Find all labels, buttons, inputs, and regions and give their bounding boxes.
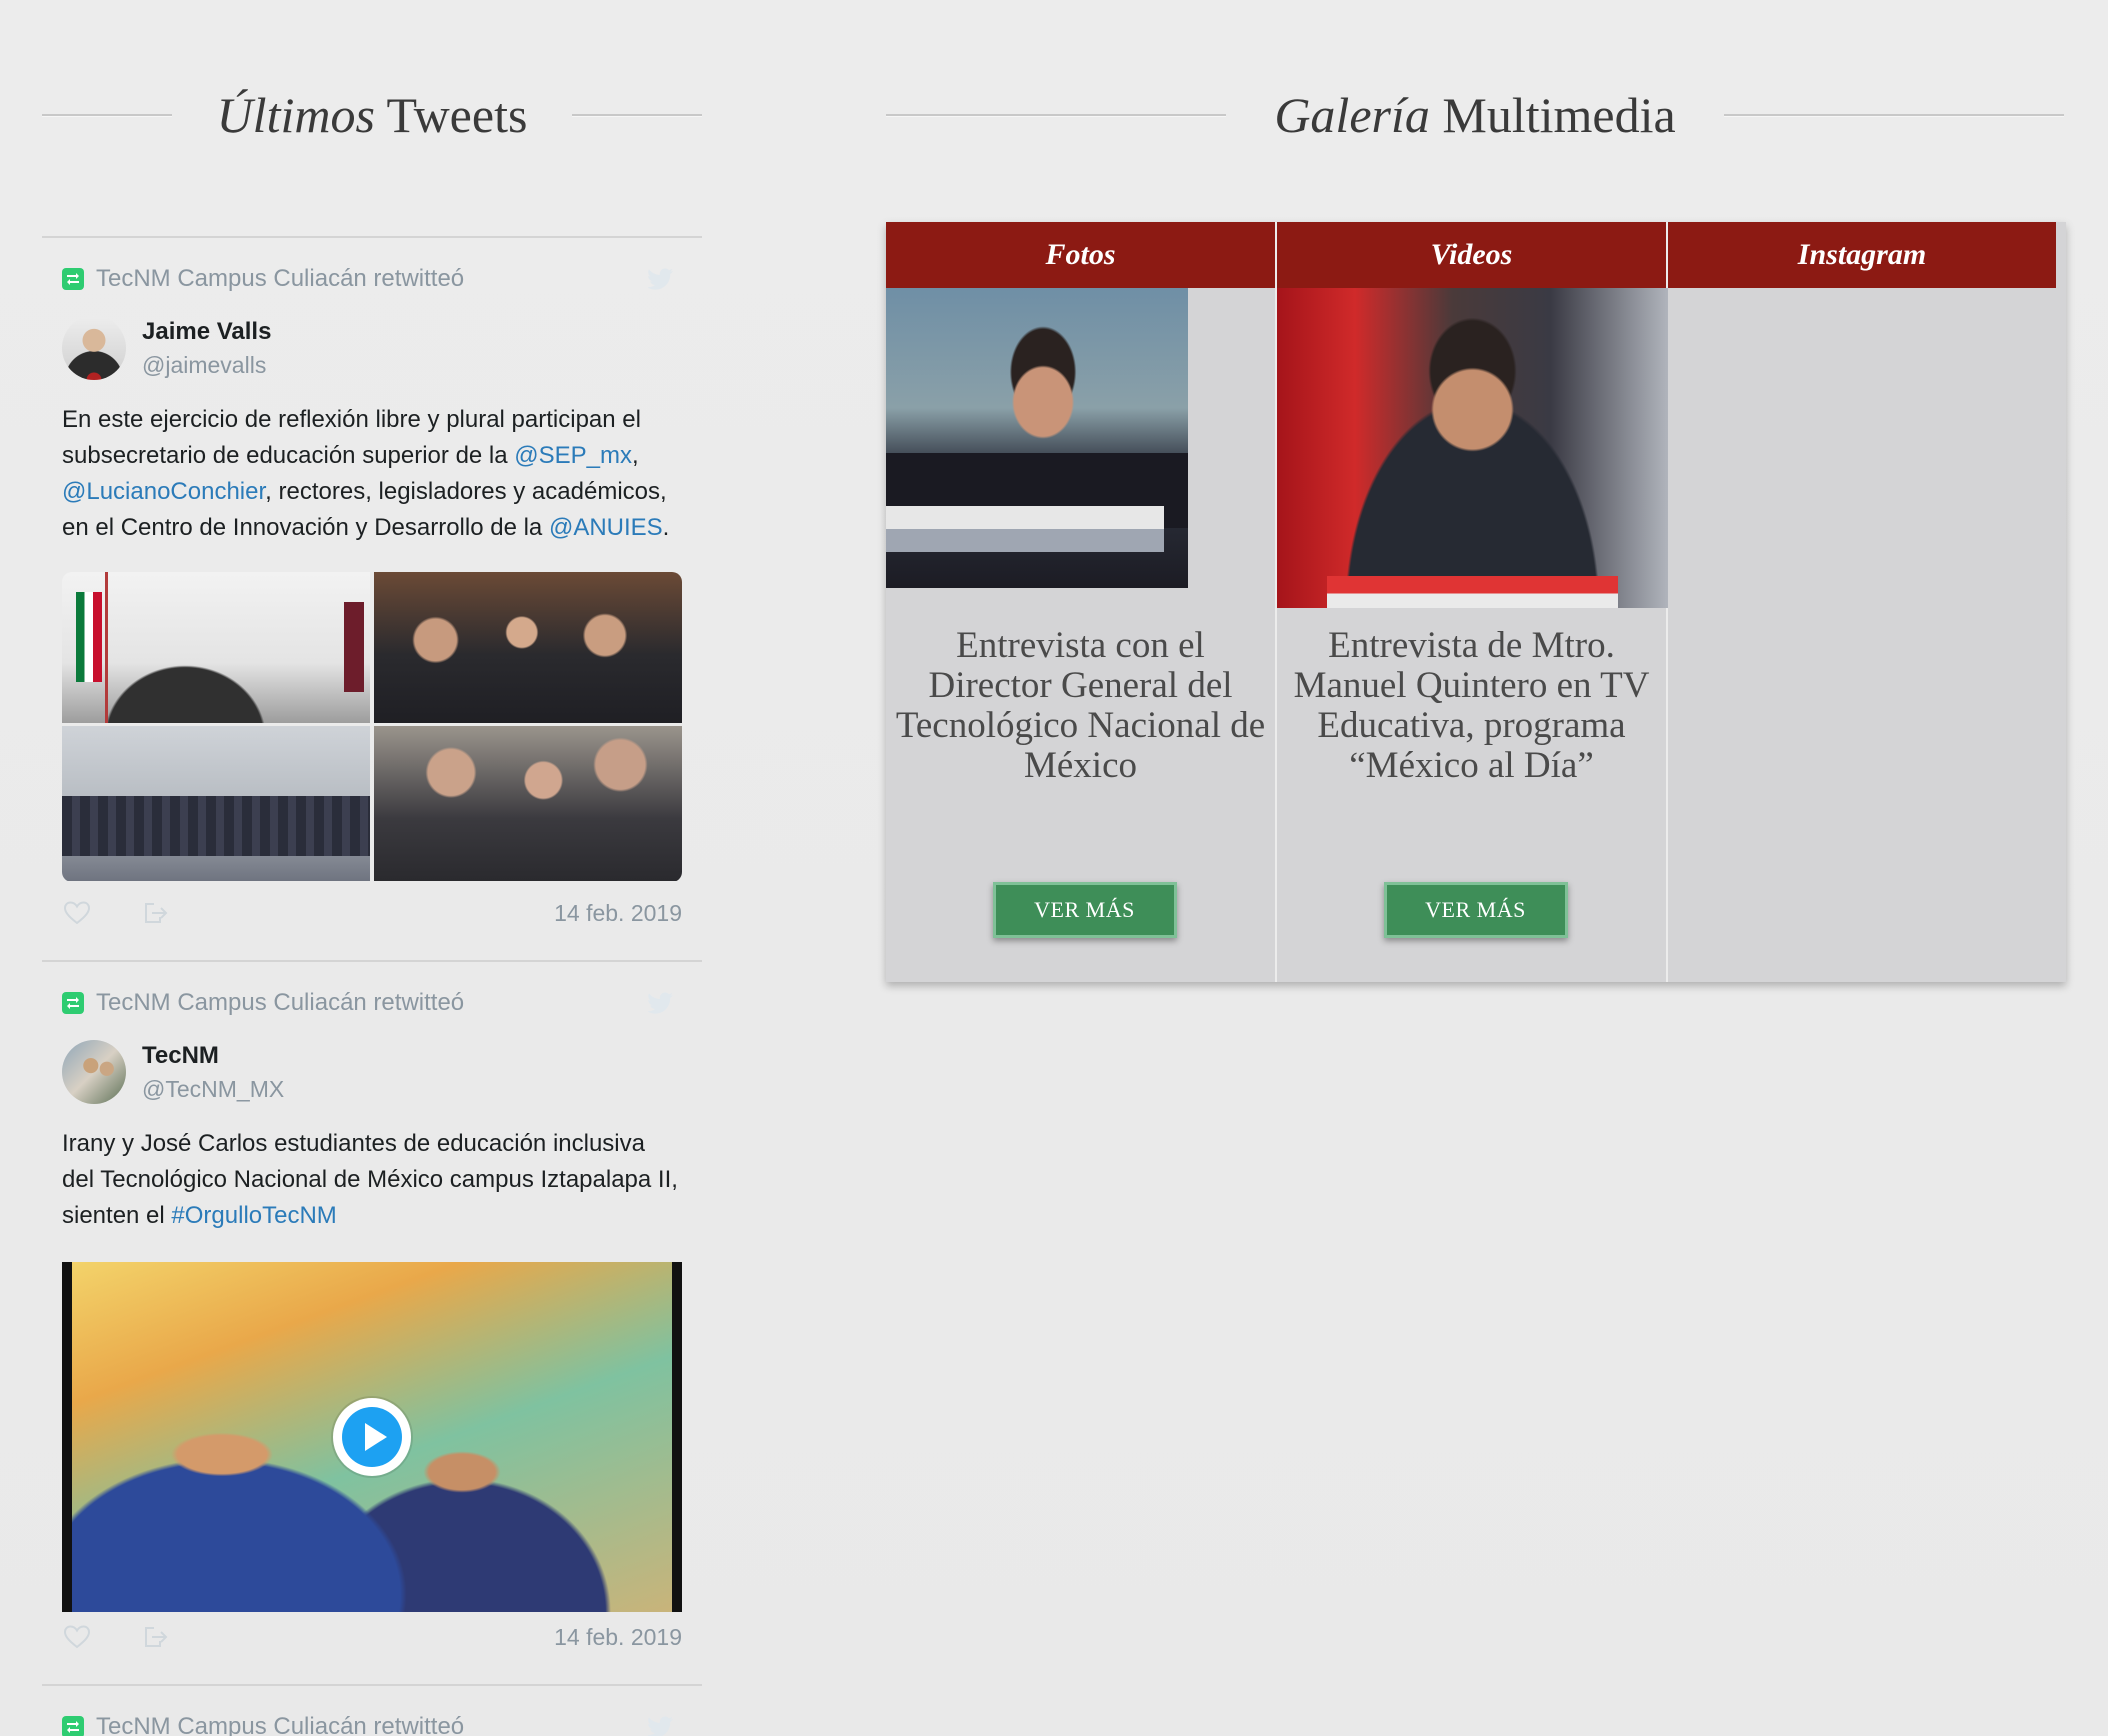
author-names: Jaime Valls @jaimevalls: [142, 316, 271, 382]
heading-rule-right: [1724, 113, 2064, 117]
author-handle[interactable]: @jaimevalls: [142, 348, 271, 382]
heading-rule-right: [572, 113, 702, 117]
tweet-author[interactable]: Jaime Valls @jaimevalls: [62, 316, 682, 384]
avatar[interactable]: [62, 1040, 126, 1104]
heart-icon[interactable]: [62, 1622, 92, 1652]
fotos-thumbnail[interactable]: [886, 288, 1188, 588]
page: Últimos Tweets Galería Multimedia TecNM …: [0, 0, 2108, 1736]
retweet-label: TecNM Campus Culiacán retwitteó: [96, 265, 465, 292]
gallery-tab-instagram[interactable]: Instagram: [1668, 222, 2056, 288]
play-icon: [342, 1407, 402, 1467]
thumbnail-caption-bar: [886, 506, 1164, 552]
gallery-heading-rest: Multimedia: [1429, 87, 1676, 143]
hashtag-link[interactable]: #OrgulloTecNM: [171, 1202, 336, 1229]
tweet[interactable]: TecNM Campus Culiacán retwitteó Jaime Va…: [42, 236, 702, 960]
tweets-section-heading: Últimos Tweets: [42, 80, 702, 150]
gallery-tab-fotos[interactable]: Fotos: [886, 222, 1275, 288]
multimedia-gallery: Fotos Entrevista con el Director General…: [886, 222, 2066, 982]
fotos-item-title[interactable]: Entrevista con el Director General del T…: [886, 626, 1275, 786]
tweet-photo[interactable]: [374, 572, 682, 723]
videos-thumbnail[interactable]: [1277, 288, 1668, 608]
ver-mas-button[interactable]: VER MÁS: [1383, 882, 1568, 938]
tweet-text-segment: .: [662, 514, 670, 541]
share-icon[interactable]: [140, 1622, 170, 1652]
ver-mas-button[interactable]: VER MÁS: [992, 882, 1177, 938]
author-names: TecNM @TecNM_MX: [142, 1040, 284, 1106]
gallery-column-instagram: Instagram: [1668, 222, 2056, 982]
retweet-icon: [62, 992, 84, 1014]
tweet-author[interactable]: TecNM @TecNM_MX: [62, 1040, 682, 1108]
author-name[interactable]: TecNM: [142, 1040, 284, 1072]
tweet-video[interactable]: [62, 1262, 682, 1612]
tweet-photo[interactable]: [62, 726, 370, 881]
gallery-heading-title: Galería Multimedia: [1226, 86, 1724, 144]
retweet-context[interactable]: TecNM Campus Culiacán retwitteó: [62, 264, 682, 294]
twitter-bird-icon[interactable]: [648, 268, 674, 290]
mention-link[interactable]: @SEP_mx: [514, 442, 632, 469]
tweet-photo[interactable]: [62, 572, 370, 723]
twitter-timeline[interactable]: TecNM Campus Culiacán retwitteó Jaime Va…: [42, 236, 702, 1736]
tweet-text-segment: Irany y José Carlos estudiantes de educa…: [62, 1130, 678, 1229]
retweet-context[interactable]: TecNM Campus Culiacán retwitteó: [62, 988, 682, 1018]
tweet-date[interactable]: 14 feb. 2019: [554, 900, 682, 927]
retweet-icon: [62, 268, 84, 290]
tweets-heading-title: Últimos Tweets: [172, 86, 572, 144]
twitter-bird-icon[interactable]: [648, 992, 674, 1014]
tweet-photo-grid[interactable]: [62, 572, 682, 882]
tweets-heading-rest: Tweets: [374, 87, 528, 143]
thumbnail-caption-bar: [1327, 576, 1618, 608]
tweet-actions: 14 feb. 2019: [62, 898, 682, 928]
tweet-photo[interactable]: [374, 726, 682, 881]
mention-link[interactable]: @ANUIES: [549, 514, 663, 541]
heading-rule-left: [42, 113, 172, 117]
mention-link[interactable]: @LucianoConchier: [62, 478, 265, 505]
retweet-label: TecNM Campus Culiacán retwitteó: [96, 1713, 465, 1736]
tweet[interactable]: TecNM Campus Culiacán retwitteó TecNM @T…: [42, 960, 702, 1684]
tweet-text: Irany y José Carlos estudiantes de educa…: [62, 1126, 682, 1234]
tweets-heading-italic: Últimos: [216, 87, 375, 143]
retweet-label: TecNM Campus Culiacán retwitteó: [96, 989, 465, 1016]
tweet[interactable]: TecNM Campus Culiacán retwitteó: [42, 1684, 702, 1736]
heading-rule-left: [886, 113, 1226, 117]
tweet-actions: 14 feb. 2019: [62, 1622, 682, 1652]
gallery-column-fotos: Fotos Entrevista con el Director General…: [886, 222, 1277, 982]
gallery-tab-videos[interactable]: Videos: [1277, 222, 1666, 288]
share-icon[interactable]: [140, 898, 170, 928]
tweet-text: En este ejercicio de reflexión libre y p…: [62, 402, 682, 546]
gallery-column-videos: Videos Entrevista de Mtro. Manuel Quinte…: [1277, 222, 1668, 982]
tweet-text-segment: ,: [632, 442, 639, 469]
tweet-date[interactable]: 14 feb. 2019: [554, 1624, 682, 1651]
play-button[interactable]: [333, 1398, 411, 1476]
retweet-icon: [62, 1716, 84, 1736]
avatar[interactable]: [62, 316, 126, 380]
author-name[interactable]: Jaime Valls: [142, 316, 271, 348]
gallery-section-heading: Galería Multimedia: [886, 80, 2064, 150]
author-handle[interactable]: @TecNM_MX: [142, 1072, 284, 1106]
heart-icon[interactable]: [62, 898, 92, 928]
retweet-context[interactable]: TecNM Campus Culiacán retwitteó: [62, 1712, 682, 1736]
videos-item-title[interactable]: Entrevista de Mtro. Manuel Quintero en T…: [1277, 626, 1666, 786]
twitter-bird-icon[interactable]: [648, 1716, 674, 1736]
gallery-heading-italic: Galería: [1274, 87, 1430, 143]
